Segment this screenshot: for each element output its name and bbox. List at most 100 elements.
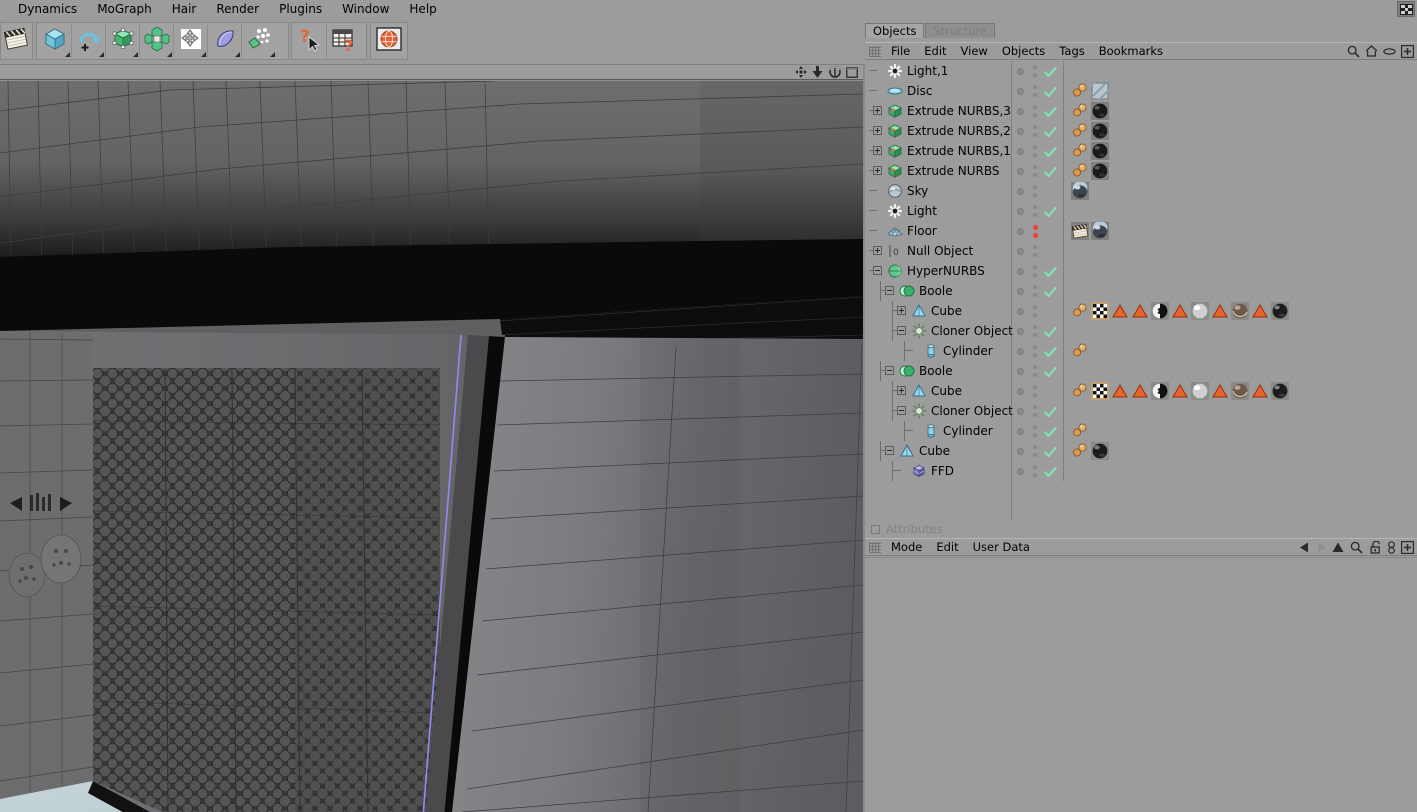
expander-minus-icon[interactable] [897, 406, 906, 415]
enable-dot[interactable] [1017, 148, 1024, 155]
enable-dot[interactable] [1017, 88, 1024, 95]
deformer-button[interactable] [174, 24, 208, 58]
object-row[interactable]: Floor [865, 221, 1011, 241]
object-row[interactable]: Boole [865, 361, 1011, 381]
lens-icon[interactable] [1381, 43, 1398, 59]
object-row[interactable]: Cylinder [865, 341, 1011, 361]
editor-visibility-dot[interactable] [1033, 425, 1037, 429]
object-row-tags[interactable] [1013, 81, 1417, 101]
object-row[interactable]: HyperNURBS [865, 261, 1011, 281]
object-row-tags[interactable] [1013, 181, 1417, 201]
object-row[interactable]: Light [865, 201, 1011, 221]
phong-icon[interactable] [1071, 162, 1089, 180]
object-row[interactable]: Cloner Object [865, 321, 1013, 341]
object-row-tags[interactable] [1013, 61, 1417, 81]
enable-dot[interactable] [1017, 308, 1024, 315]
object-row[interactable]: Light,1 [865, 61, 1011, 81]
object-row-tags[interactable] [1013, 381, 1417, 401]
object-row-tags[interactable] [1013, 161, 1417, 181]
render-visibility-dot[interactable] [1033, 133, 1037, 137]
menu-help[interactable]: Help [399, 0, 446, 18]
editor-visibility-dot[interactable] [1033, 265, 1037, 269]
array-button[interactable] [140, 24, 174, 58]
enabled-check-icon[interactable] [1044, 204, 1057, 218]
expander-plus-icon[interactable] [897, 386, 906, 395]
enabled-check-icon[interactable] [1044, 264, 1057, 278]
object-row-tags[interactable] [1013, 121, 1417, 141]
attributes-grip-icon[interactable] [869, 541, 881, 553]
enable-dot[interactable] [1017, 408, 1024, 415]
hatch-material-icon[interactable] [1091, 82, 1109, 100]
mat-dark-icon[interactable] [1091, 442, 1109, 460]
render-visibility-dot[interactable] [1033, 393, 1037, 397]
content-browser-button[interactable] [2, 24, 31, 58]
render-visibility-dot[interactable] [1033, 433, 1037, 437]
phong-icon[interactable] [1071, 82, 1089, 100]
rotate-icon[interactable] [827, 66, 842, 79]
link-icon[interactable] [1385, 539, 1398, 555]
tri-icon[interactable] [1251, 302, 1269, 320]
enabled-check-icon[interactable] [1044, 424, 1057, 438]
object-row-tags[interactable] [1013, 341, 1417, 361]
enable-dot[interactable] [1017, 328, 1024, 335]
editor-visibility-dot[interactable] [1033, 285, 1037, 289]
object-row[interactable]: FFD [865, 461, 1011, 481]
object-row-tags[interactable] [1013, 141, 1417, 161]
object-row[interactable]: Cylinder [865, 421, 1011, 441]
object-row-tags[interactable] [1013, 241, 1417, 261]
object-row-tags[interactable] [1013, 361, 1417, 381]
editor-visibility-dot[interactable] [1033, 345, 1037, 349]
object-row[interactable]: Sky [865, 181, 1011, 201]
tri-icon[interactable] [1211, 382, 1229, 400]
editor-visibility-dot[interactable] [1033, 205, 1037, 209]
object-row[interactable]: Extrude NURBS,2 [865, 121, 1011, 141]
phong-icon[interactable] [1071, 102, 1089, 120]
object-row-tags[interactable] [1013, 301, 1417, 321]
enabled-check-icon[interactable] [1044, 344, 1057, 358]
mat-brown-icon[interactable] [1231, 302, 1249, 320]
render-visibility-dot[interactable] [1033, 233, 1038, 238]
menu-render[interactable]: Render [206, 0, 269, 18]
enabled-check-icon[interactable] [1044, 104, 1057, 118]
enabled-check-icon[interactable] [1044, 64, 1057, 78]
home-icon[interactable] [1363, 43, 1380, 59]
om-menu-tags[interactable]: Tags [1052, 42, 1091, 60]
scene-button[interactable] [208, 24, 242, 58]
expander-plus-icon[interactable] [897, 306, 906, 315]
menu-dynamics[interactable]: Dynamics [8, 0, 87, 18]
expander-minus-icon[interactable] [885, 446, 894, 455]
editor-visibility-dot[interactable] [1033, 245, 1037, 249]
editor-visibility-dot[interactable] [1033, 445, 1037, 449]
object-row-tags[interactable] [1013, 401, 1417, 421]
editor-visibility-dot[interactable] [1033, 105, 1037, 109]
render-visibility-dot[interactable] [1033, 253, 1037, 257]
enabled-check-icon[interactable] [1044, 404, 1057, 418]
cube-button[interactable] [38, 24, 72, 58]
mat-bw-icon[interactable] [1151, 382, 1169, 400]
phong-icon[interactable] [1071, 382, 1089, 400]
enable-dot[interactable] [1017, 128, 1024, 135]
search-icon[interactable] [1345, 43, 1362, 59]
object-row[interactable]: Cube [865, 381, 1011, 401]
editor-visibility-dot[interactable] [1033, 85, 1037, 89]
mat-dark-icon[interactable] [1271, 382, 1289, 400]
mat-white-icon[interactable] [1191, 382, 1209, 400]
expander-plus-icon[interactable] [873, 246, 882, 255]
enable-dot[interactable] [1017, 108, 1024, 115]
menu-window[interactable]: Window [332, 0, 399, 18]
object-row[interactable]: Extrude NURBS,3 [865, 101, 1011, 121]
mat-dark-icon[interactable] [1271, 302, 1289, 320]
render-visibility-dot[interactable] [1033, 113, 1037, 117]
plus-box-icon[interactable] [1398, 539, 1417, 555]
viewport-canvas[interactable] [0, 81, 863, 812]
tri-icon[interactable] [1111, 382, 1129, 400]
enabled-check-icon[interactable] [1044, 364, 1057, 378]
object-row[interactable]: Cube [865, 441, 1011, 461]
om-menu-bookmarks[interactable]: Bookmarks [1092, 42, 1170, 60]
mat-brown-icon[interactable] [1231, 382, 1249, 400]
render-visibility-dot[interactable] [1033, 293, 1037, 297]
enable-dot[interactable] [1017, 368, 1024, 375]
enable-dot[interactable] [1017, 208, 1024, 215]
enable-dot[interactable] [1017, 348, 1024, 355]
phong-icon[interactable] [1071, 142, 1089, 160]
